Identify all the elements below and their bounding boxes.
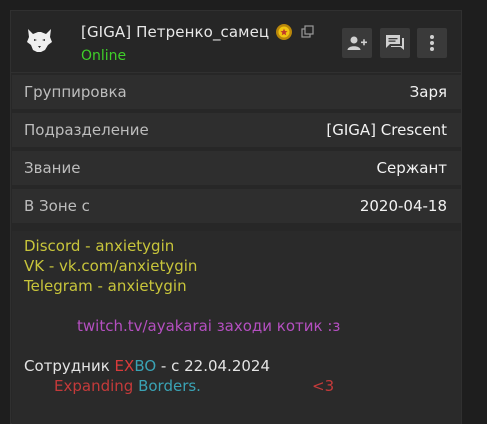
info-label: Группировка: [24, 83, 127, 101]
bio-twitch: twitch.tv/ayakarai заходи котик :з: [77, 317, 341, 335]
message-button[interactable]: [380, 28, 410, 58]
info-row-division: Подразделение [GIGA] Crescent: [12, 113, 461, 147]
more-options-button[interactable]: [417, 28, 447, 58]
info-value: Сержант: [376, 159, 447, 177]
bio-expanding-borders: Expanding Borders.: [54, 377, 201, 395]
profile-panel: [GIGA] Петренко_самец Online Группировка…: [10, 10, 462, 424]
bio-telegram: Telegram - anxietygin: [24, 277, 187, 295]
add-friend-icon: [347, 36, 367, 50]
expanding-word: Expanding: [54, 377, 134, 395]
bio-section: Discord - anxietygin VK - vk.com/anxiety…: [12, 231, 461, 424]
copy-icon[interactable]: [301, 25, 315, 39]
info-label: В Зоне с: [24, 197, 90, 215]
info-label: Подразделение: [24, 121, 149, 139]
info-value: 2020-04-18: [359, 197, 447, 215]
employee-ex: EX: [114, 357, 135, 375]
employee-bo: BO: [134, 357, 157, 375]
online-status: Online: [81, 48, 127, 64]
info-row-rank: Звание Сержант: [12, 151, 461, 185]
name-row: [GIGA] Петренко_самец: [81, 22, 315, 42]
profile-header: [GIGA] Петренко_самец Online: [11, 11, 461, 73]
add-friend-button[interactable]: [342, 28, 372, 58]
info-value: [GIGA] Crescent: [326, 121, 447, 139]
bio-employee: Сотрудник EXBO - с 22.04.2024: [24, 357, 270, 375]
bio-discord: Discord - anxietygin: [24, 237, 175, 255]
info-row-faction: Группировка Заря: [12, 75, 461, 109]
more-options-icon: [430, 35, 434, 51]
employee-prefix: Сотрудник: [24, 357, 115, 375]
info-row-zone-since: В Зоне с 2020-04-18: [12, 189, 461, 223]
info-value: Заря: [409, 83, 447, 101]
employee-suffix: - с 22.04.2024: [156, 357, 271, 375]
message-icon: [386, 35, 404, 50]
info-label: Звание: [24, 159, 81, 177]
wolf-avatar-icon: [27, 29, 52, 52]
username[interactable]: [GIGA] Петренко_самец: [81, 23, 269, 41]
borders-word: Borders.: [138, 377, 201, 395]
bio-vk: VK - vk.com/anxietygin: [24, 257, 198, 275]
bio-heart: <3: [312, 377, 335, 395]
gold-medal-icon: [276, 24, 293, 40]
